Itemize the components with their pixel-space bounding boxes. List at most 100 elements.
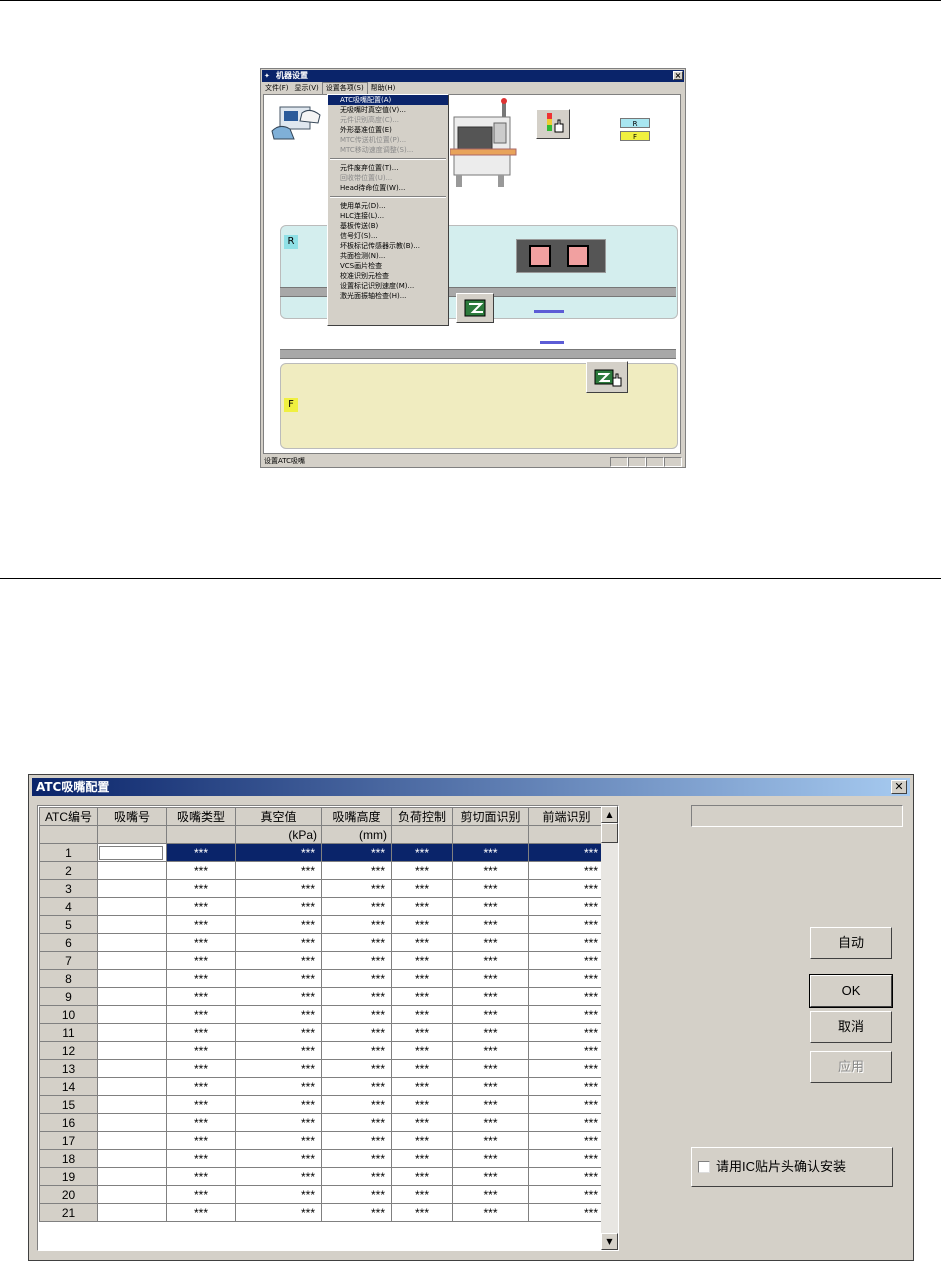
row-number[interactable]: 12 <box>39 1041 98 1060</box>
table-cell[interactable]: *** <box>235 1167 322 1186</box>
row-number[interactable]: 20 <box>39 1185 98 1204</box>
table-row[interactable]: 5 *** *** *** *** *** *** <box>39 915 605 934</box>
table-cell[interactable]: *** <box>528 1059 605 1078</box>
table-cell[interactable]: *** <box>235 933 322 952</box>
table-cell[interactable]: *** <box>166 1203 236 1222</box>
table-row[interactable]: 16 *** *** *** *** *** *** <box>39 1113 605 1132</box>
table-cell[interactable]: *** <box>235 969 322 988</box>
table-cell[interactable]: *** <box>452 843 529 862</box>
table-cell[interactable]: *** <box>166 1095 236 1114</box>
table-cell[interactable]: *** <box>166 1023 236 1042</box>
nozzle-number-cell[interactable] <box>97 1077 167 1096</box>
table-cell[interactable]: *** <box>166 1131 236 1150</box>
nozzle-number-cell[interactable] <box>97 1203 167 1222</box>
nozzle-number-cell[interactable] <box>97 1185 167 1204</box>
row-number[interactable]: 19 <box>39 1167 98 1186</box>
checkbox-box[interactable] <box>698 1161 710 1173</box>
table-cell[interactable]: *** <box>391 1149 453 1168</box>
feeder-pad-panel[interactable] <box>516 239 606 273</box>
table-cell[interactable]: *** <box>391 1059 453 1078</box>
nozzle-number-cell[interactable] <box>97 969 167 988</box>
table-cell[interactable]: *** <box>391 1131 453 1150</box>
table-cell[interactable]: *** <box>391 1077 453 1096</box>
row-number[interactable]: 3 <box>39 879 98 898</box>
nozzle-number-cell[interactable] <box>97 1149 167 1168</box>
table-cell[interactable]: *** <box>391 915 453 934</box>
table-row[interactable]: 3 *** *** *** *** *** *** <box>39 879 605 898</box>
table-cell[interactable]: *** <box>452 879 529 898</box>
table-cell[interactable]: *** <box>452 1203 529 1222</box>
dropdown-item[interactable]: HLC连接(L)... <box>328 211 448 221</box>
dropdown-item[interactable]: 元件废弃位置(T)... <box>328 163 448 173</box>
nozzle-number-cell[interactable] <box>97 987 167 1006</box>
nozzle-number-cell[interactable] <box>97 1023 167 1042</box>
table-cell[interactable]: *** <box>528 1005 605 1024</box>
table-cell[interactable]: *** <box>321 879 392 898</box>
table-cell[interactable]: *** <box>528 897 605 916</box>
nozzle-number-cell[interactable] <box>97 933 167 952</box>
cancel-button[interactable]: 取消 <box>810 1011 892 1043</box>
dropdown-item[interactable]: 共面检测(N)... <box>328 251 448 261</box>
dropdown-item[interactable]: ATC吸嘴配置(A) <box>328 95 448 105</box>
row-number[interactable]: 9 <box>39 987 98 1006</box>
table-cell[interactable]: *** <box>235 879 322 898</box>
row-number[interactable]: 15 <box>39 1095 98 1114</box>
table-cell[interactable]: *** <box>452 1185 529 1204</box>
table-cell[interactable]: *** <box>528 915 605 934</box>
table-cell[interactable]: *** <box>321 897 392 916</box>
row-number[interactable]: 6 <box>39 933 98 952</box>
table-cell[interactable]: *** <box>528 969 605 988</box>
table-cell[interactable]: *** <box>391 1041 453 1060</box>
row-number[interactable]: 4 <box>39 897 98 916</box>
table-cell[interactable]: *** <box>452 1167 529 1186</box>
table-cell[interactable]: *** <box>391 1023 453 1042</box>
table-row[interactable]: 8 *** *** *** *** *** *** <box>39 969 605 988</box>
table-cell[interactable]: *** <box>321 933 392 952</box>
table-row[interactable]: 12 *** *** *** *** *** *** <box>39 1041 605 1060</box>
table-cell[interactable]: *** <box>166 1059 236 1078</box>
table-cell[interactable]: *** <box>166 879 236 898</box>
nozzle-number-cell[interactable] <box>97 1005 167 1024</box>
dropdown-item[interactable]: 校准识别元检查 <box>328 271 448 281</box>
conveyor-button[interactable] <box>586 361 628 393</box>
menu-help[interactable]: 帮助(H) <box>368 83 399 94</box>
table-cell[interactable]: *** <box>391 843 453 862</box>
row-number[interactable]: 2 <box>39 861 98 880</box>
table-cell[interactable]: *** <box>528 1149 605 1168</box>
table-cell[interactable]: *** <box>452 1023 529 1042</box>
table-cell[interactable]: *** <box>235 987 322 1006</box>
table-cell[interactable]: *** <box>452 1005 529 1024</box>
table-row[interactable]: 11 *** *** *** *** *** *** <box>39 1023 605 1042</box>
table-cell[interactable]: *** <box>235 951 322 970</box>
table-cell[interactable]: *** <box>391 897 453 916</box>
column-header[interactable]: 吸嘴类型 <box>166 807 236 826</box>
table-cell[interactable]: *** <box>166 1185 236 1204</box>
table-cell[interactable]: *** <box>321 861 392 880</box>
table-cell[interactable]: *** <box>452 933 529 952</box>
dropdown-item[interactable]: 信号灯(S)... <box>328 231 448 241</box>
table-cell[interactable]: *** <box>528 1041 605 1060</box>
table-cell[interactable]: *** <box>391 1005 453 1024</box>
head-button[interactable] <box>456 293 494 323</box>
table-cell[interactable]: *** <box>321 1149 392 1168</box>
row-number[interactable]: 21 <box>39 1203 98 1222</box>
table-cell[interactable]: *** <box>391 1095 453 1114</box>
table-cell[interactable]: *** <box>391 987 453 1006</box>
table-cell[interactable]: *** <box>528 1023 605 1042</box>
table-cell[interactable]: *** <box>528 1131 605 1150</box>
table-cell[interactable]: *** <box>321 987 392 1006</box>
table-cell[interactable]: *** <box>452 1095 529 1114</box>
table-cell[interactable]: *** <box>235 897 322 916</box>
table-cell[interactable]: *** <box>166 933 236 952</box>
dropdown-item[interactable]: 使用单元(D)... <box>328 201 448 211</box>
dropdown-item[interactable]: 设置标记识别速度(M)... <box>328 281 448 291</box>
table-row[interactable]: 1 *** *** *** *** *** *** <box>39 843 605 862</box>
scroll-up-icon[interactable]: ▲ <box>601 806 618 823</box>
row-number[interactable]: 1 <box>39 843 98 862</box>
nozzle-number-cell[interactable] <box>97 1167 167 1186</box>
table-cell[interactable]: *** <box>321 1131 392 1150</box>
table-cell[interactable]: *** <box>166 897 236 916</box>
table-row[interactable]: 4 *** *** *** *** *** *** <box>39 897 605 916</box>
table-cell[interactable]: *** <box>528 843 605 862</box>
table-cell[interactable]: *** <box>235 1131 322 1150</box>
